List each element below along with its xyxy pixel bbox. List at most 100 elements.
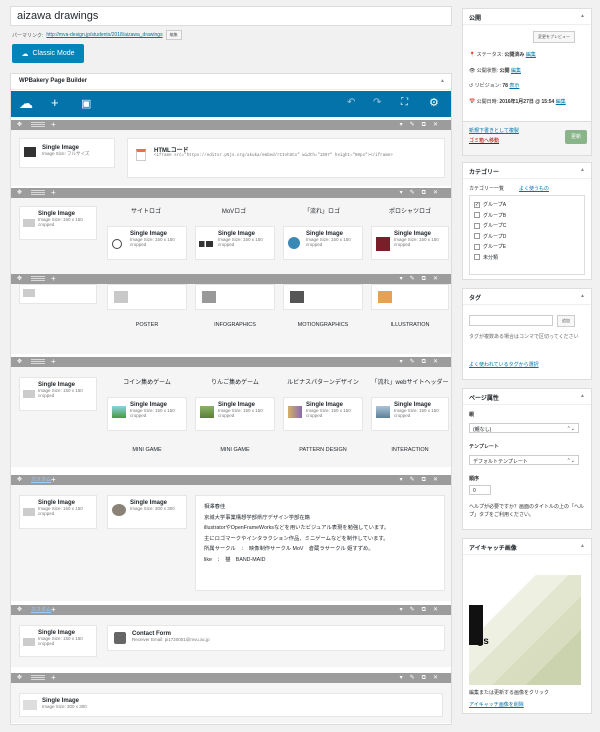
category-tab-all[interactable]: カテゴリー一覧 [469, 185, 504, 192]
html-code-element[interactable]: HTMLコード <iframe src="https://editor.p5js.… [127, 138, 445, 178]
single-image-element[interactable]: Single Image Image Size: 150 x 150 croppe… [371, 226, 449, 260]
tag-input[interactable] [469, 315, 553, 326]
row-action-icons[interactable]: ▾✎⧉✕ [400, 121, 445, 129]
single-image-element[interactable]: Single Image Image Size: 150 x 150 croppe… [195, 226, 275, 260]
checkbox-icon[interactable] [474, 233, 480, 240]
popular-tags-link[interactable]: よく使われているタグから選択 [469, 361, 539, 368]
row-action-icons[interactable]: ▾✎⧉✕ [400, 275, 445, 283]
single-image-element[interactable]: Single Image Image Size: フルサイズ [19, 138, 115, 168]
duplicate-draft-link[interactable]: 新規下書きとして複製 [469, 127, 519, 134]
row-controls[interactable]: ✥ + ▾✎⧉✕ [11, 120, 451, 130]
row-controls[interactable]: ✥ カスタム + ▾✎⧉✕ [11, 605, 451, 615]
layout-icon[interactable] [31, 190, 45, 196]
classic-mode-button[interactable]: ☁ Classic Mode [12, 44, 84, 63]
single-image-element[interactable]: Single Image Image Size: 300 x 300 [19, 693, 443, 717]
row-controls[interactable]: ✥ カスタム + ▾✎⧉✕ [11, 475, 451, 485]
move-icon[interactable]: ✥ [17, 189, 22, 196]
single-image-element[interactable]: Single Image Image Size: 150 x 150 croppe… [19, 495, 97, 529]
move-icon[interactable]: ✥ [17, 358, 22, 365]
checkbox-icon[interactable] [474, 212, 480, 219]
category-header[interactable]: カテゴリー ▲ [463, 163, 591, 179]
row-action-icons[interactable]: ▾✎⧉✕ [400, 606, 445, 614]
status-edit-link[interactable]: 編集 [526, 52, 536, 58]
wpbakery-header[interactable]: WPBakery Page Builder ▲ [11, 74, 451, 90]
visibility-edit-link[interactable]: 編集 [511, 68, 521, 74]
featured-image[interactable]: a ngs [469, 575, 581, 685]
settings-gear-icon[interactable]: ⚙ [429, 96, 439, 109]
single-image-element[interactable] [19, 284, 97, 304]
remove-featured-image-link[interactable]: アイキャッチ画像を削除 [469, 701, 524, 708]
text-block-element[interactable]: 相澤春佳 京城大学事業構想学部県庁デザイン学部在籍 illustratorやOp… [195, 495, 445, 591]
row-action-icons[interactable]: ▾✎⧉✕ [400, 674, 445, 682]
category-item[interactable]: グループC [474, 221, 580, 232]
tags-header[interactable]: タグ ▲ [463, 289, 591, 305]
date-edit-link[interactable]: 編集 [556, 99, 566, 105]
wpb-cloud-icon[interactable]: ☁ [19, 95, 33, 112]
single-image-element[interactable]: Single Image Image Size: 150 x 150 croppe… [19, 206, 97, 240]
add-column-icon[interactable]: + [51, 188, 56, 197]
add-column-icon[interactable]: + [51, 120, 56, 129]
single-image-element[interactable]: Single Image Image Size: 150 x 150 croppe… [107, 226, 187, 260]
add-element-icon[interactable]: + [51, 95, 59, 110]
add-column-icon[interactable]: + [51, 673, 56, 682]
page-attributes-header[interactable]: ページ属性 ▲ [463, 389, 591, 405]
checkbox-icon[interactable] [474, 254, 480, 261]
collapse-icon[interactable]: ▲ [440, 78, 445, 84]
publish-header[interactable]: 公開 ▲ [463, 9, 591, 25]
single-image-element[interactable]: Single Image Image Size: 150 x 150 croppe… [371, 397, 449, 431]
contact-form-element[interactable]: Contact Form Receiver Email: pi1720001@mv… [107, 625, 445, 651]
checkbox-icon[interactable] [474, 243, 480, 250]
category-item[interactable]: 未分類 [474, 253, 580, 264]
add-column-icon[interactable]: + [51, 605, 56, 614]
row-action-icons[interactable]: ▾✎⧉✕ [400, 189, 445, 197]
layout-icon[interactable] [31, 359, 45, 365]
update-button[interactable]: 更新 [565, 130, 587, 144]
single-image-element[interactable] [371, 284, 449, 310]
row-controls[interactable]: ✥ + ▾✎⧉✕ [11, 357, 451, 367]
category-item[interactable]: ✓ グループA [474, 200, 580, 211]
collapse-icon[interactable]: ▲ [580, 293, 585, 299]
move-to-trash-link[interactable]: ゴミ箱へ移動 [469, 137, 499, 144]
layout-icon[interactable] [31, 276, 45, 282]
single-image-element[interactable]: Single Image Image Size: 150 x 150 croppe… [195, 397, 275, 431]
collapse-icon[interactable]: ▲ [580, 13, 585, 19]
collapse-icon[interactable]: ▲ [580, 543, 585, 549]
category-tab-common[interactable]: よく使うもの [519, 185, 549, 192]
redo-icon[interactable]: ↷ [373, 97, 381, 108]
single-image-element[interactable] [107, 284, 187, 310]
move-icon[interactable]: ✥ [17, 121, 22, 128]
revision-view-link[interactable]: 表示 [509, 83, 519, 89]
collapse-icon[interactable]: ▲ [580, 393, 585, 399]
undo-icon[interactable]: ↶ [347, 97, 355, 108]
permalink-url[interactable]: http://mva-design.jp/students/2018/aizaw… [46, 32, 162, 38]
row-controls[interactable]: ✥ + ▾✎⧉✕ [11, 188, 451, 198]
single-image-element[interactable] [283, 284, 363, 310]
checkbox-checked-icon[interactable]: ✓ [474, 201, 480, 208]
row-action-icons[interactable]: ▾✎⧉✕ [400, 358, 445, 366]
single-image-element[interactable] [195, 284, 275, 310]
add-column-icon[interactable]: + [51, 274, 56, 283]
custom-layout-link[interactable]: カスタム [31, 606, 51, 613]
category-item[interactable]: グループB [474, 211, 580, 222]
single-image-element[interactable]: Single Image Image Size: 150 x 150 croppe… [19, 625, 97, 657]
single-image-element[interactable]: Single Image Image Size: 150 x 150 croppe… [19, 377, 97, 411]
add-column-icon[interactable]: + [51, 357, 56, 366]
row-controls[interactable]: ✥ + ▾✎⧉✕ [11, 673, 451, 683]
category-item[interactable]: グループE [474, 242, 580, 253]
fullscreen-icon[interactable]: ⛶ [401, 97, 408, 108]
category-item[interactable]: グループD [474, 232, 580, 243]
single-image-element[interactable]: Single Image Image Size: 150 x 150 croppe… [283, 397, 363, 431]
single-image-element[interactable]: Single Image Image Size: 150 x 150 croppe… [107, 397, 187, 431]
single-image-element[interactable]: Single Image Image Size: 150 x 150 croppe… [283, 226, 363, 260]
add-column-icon[interactable]: + [51, 475, 56, 484]
row-controls[interactable]: ✥ + ▾✎⧉✕ [11, 274, 451, 284]
order-input[interactable]: 0 [469, 485, 491, 495]
parent-select[interactable]: (親なし) ⌃⌄ [469, 423, 579, 433]
custom-layout-link[interactable]: カスタム [31, 476, 51, 483]
move-icon[interactable]: ✥ [17, 476, 22, 483]
preview-changes-button[interactable]: 変更をプレビュー [533, 31, 575, 43]
add-tag-button[interactable]: 追加 [557, 315, 575, 327]
single-image-element[interactable]: Single Image Image Size: 300 x 300 [107, 495, 187, 529]
layout-icon[interactable] [31, 122, 45, 128]
move-icon[interactable]: ✥ [17, 674, 22, 681]
